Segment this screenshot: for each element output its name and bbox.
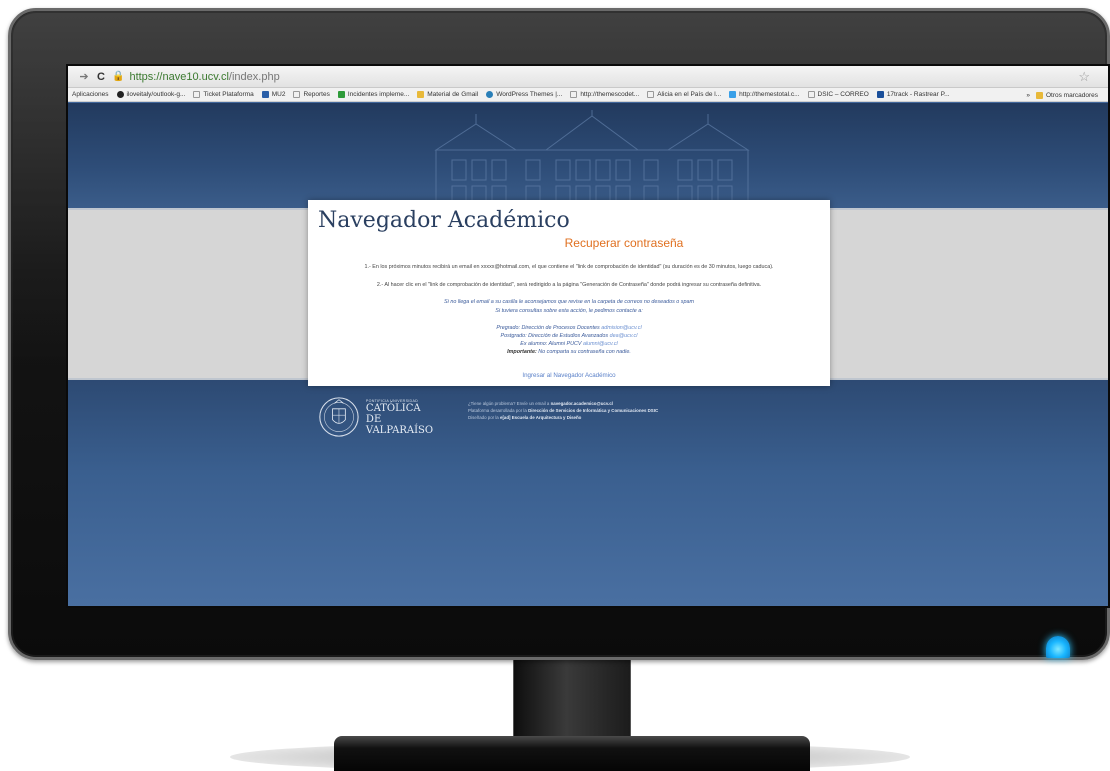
wordpress-icon [486,91,494,98]
page-icon [570,91,578,98]
footer-help-line: ¿Tiene algún problema? Envíe un email a … [468,401,613,406]
lock-icon: 🔒 [112,71,125,82]
bookmark-item[interactable]: MU2 [261,91,285,98]
github-icon [116,91,124,98]
reload-icon[interactable]: C [95,71,107,83]
url-path[interactable]: /index.php [229,71,280,83]
step-1-text: 1.- En los próximos minutos recibirá un … [364,264,774,270]
page-icon [193,91,201,98]
important-note: Importante: No comparta su contraseña co… [507,349,631,355]
browser-toolbar: ➔ C 🔒 https://nave10.ucv.cl /index.php ☆ [68,66,1108,88]
page-icon [807,91,815,98]
university-seal-icon [319,397,359,437]
university-logo: PONTIFICIA UNIVERSIDAD CATÓLICA DE VALPA… [318,391,444,443]
contact-postgrado: Postgrado: Dirección de Estudios Avanzad… [500,333,638,339]
bookmark-item[interactable]: 17track - Rastrear P... [876,91,950,98]
bookmark-item[interactable]: DSIC – CORREO [807,91,869,98]
overflow-chevron-icon[interactable]: » [1026,92,1030,99]
exalumno-email-link[interactable]: alumni@ucv.cl [583,341,618,347]
folder-icon [1035,91,1043,99]
footer-design-link[interactable]: e[ad] Escuela de Arquitectura y Diseño [500,415,581,420]
step-2-text: 2.- Al hacer clic en el "link de comprob… [376,282,762,288]
postgrado-email-link[interactable]: dea@ucv.cl [610,333,638,339]
contact-note: Si tuviera consultas sobre esta acción, … [495,308,643,314]
sheet-icon [337,91,345,98]
contact-pregrado: Pregrado: Dirección de Procesos Docentes… [496,325,642,331]
monitor-stand-neck [513,660,631,740]
footer-info: ¿Tiene algún problema? Envíe un email a … [468,400,658,421]
monitor-screen: ➔ C 🔒 https://nave10.ucv.cl /index.php ☆… [66,64,1110,608]
other-bookmarks[interactable]: Otros marcadores [1035,91,1098,99]
bookmark-item[interactable]: http://themestotal.c... [729,91,800,98]
themes-icon [729,91,737,98]
folder-icon [417,91,425,98]
contact-exalumno: Ex alumno: Alumni PUCV alumni@ucv.cl [520,341,618,347]
footer-dev-line: Plataforma desarrollada por la Dirección… [468,408,659,413]
bookmark-item[interactable]: http://themescodet... [570,91,639,98]
spam-note: Si no llega el email a su casilla le aco… [444,299,694,305]
footer-design-line: Diseñado por la e[ad] Escuela de Arquite… [468,415,582,420]
power-led-icon [1046,636,1070,658]
url-host[interactable]: https://nave10.ucv.cl [129,71,228,83]
bookmark-star-icon[interactable]: ☆ [1078,69,1090,85]
bookmark-item[interactable]: Alicia en el País de l... [647,91,721,98]
footer-dev-link[interactable]: Dirección de Servicios de Informática y … [528,408,658,413]
bookmark-item[interactable]: Incidentes impleme... [337,91,409,98]
mu2-icon [261,91,269,98]
bookmarks-overflow: » Otros marcadores [1024,88,1108,101]
bookmark-item[interactable]: iloveitaly/outlook-g... [116,91,185,98]
recovery-card: Navegador Académico Recuperar contraseña… [308,200,830,386]
monitor-stand-base [334,736,810,771]
bookmark-item[interactable]: Material de Gmail [417,91,478,98]
page-icon [293,91,301,98]
bookmark-item[interactable]: Reportes [293,91,330,98]
page-heading: Recuperar contraseña [564,236,684,250]
bookmark-item[interactable]: WordPress Themes |... [486,91,562,98]
track-icon [876,91,884,98]
footer-help-email-link[interactable]: navegador.academico@ucv.cl [551,401,613,406]
bookmarks-bar: Aplicaciones iloveitaly/outlook-g... Tic… [68,88,1108,102]
enter-navigator-link[interactable]: Ingresar al Navegador Académico [308,372,830,379]
bookmark-item[interactable]: Aplicaciones [72,91,109,98]
forward-icon[interactable]: ➔ [78,70,90,83]
university-name: PONTIFICIA UNIVERSIDAD CATÓLICA DE VALPA… [365,398,434,436]
building-illustration [434,110,750,206]
bookmark-item[interactable]: Ticket Plataforma [193,91,254,98]
pregrado-email-link[interactable]: admision@ucv.cl [601,325,641,331]
page-icon [647,91,655,98]
brand-title: Navegador Académico [318,208,570,233]
